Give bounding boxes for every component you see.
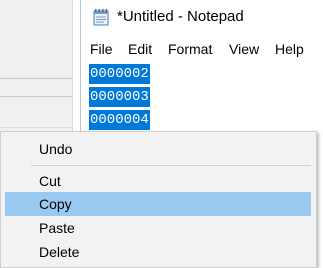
menu-help[interactable]: Help — [275, 41, 304, 57]
context-item-label: Paste — [39, 220, 75, 236]
background-panel — [0, 97, 72, 128]
menu-view[interactable]: View — [229, 41, 259, 57]
selected-text-line: 0000003 — [89, 87, 150, 107]
selected-text-line: 0000004 — [89, 110, 150, 130]
context-item-paste[interactable]: Paste — [5, 216, 311, 240]
window-title: *Untitled - Notepad — [117, 8, 244, 25]
context-item-undo[interactable]: Undo — [5, 137, 311, 161]
title-bar[interactable]: *Untitled - Notepad — [81, 0, 323, 36]
background-divider — [0, 78, 72, 79]
menu-edit[interactable]: Edit — [128, 41, 152, 57]
notepad-icon — [93, 9, 109, 26]
context-item-delete[interactable]: Delete — [5, 240, 311, 264]
context-item-label: Copy — [39, 196, 72, 212]
context-item-label: Undo — [39, 141, 73, 157]
context-item-copy[interactable]: Copy — [5, 192, 311, 216]
context-item-cut[interactable]: Cut — [5, 169, 311, 193]
menu-file[interactable]: File — [90, 41, 113, 57]
selected-text-line: 0000002 — [89, 64, 150, 84]
context-menu: Undo Cut Copy Paste Delete — [0, 131, 317, 268]
menu-bar: File Edit Format View Help — [81, 37, 323, 61]
context-menu-separator — [31, 165, 311, 166]
menu-format[interactable]: Format — [168, 41, 212, 57]
context-item-label: Cut — [39, 173, 61, 189]
context-item-label: Delete — [39, 244, 80, 260]
